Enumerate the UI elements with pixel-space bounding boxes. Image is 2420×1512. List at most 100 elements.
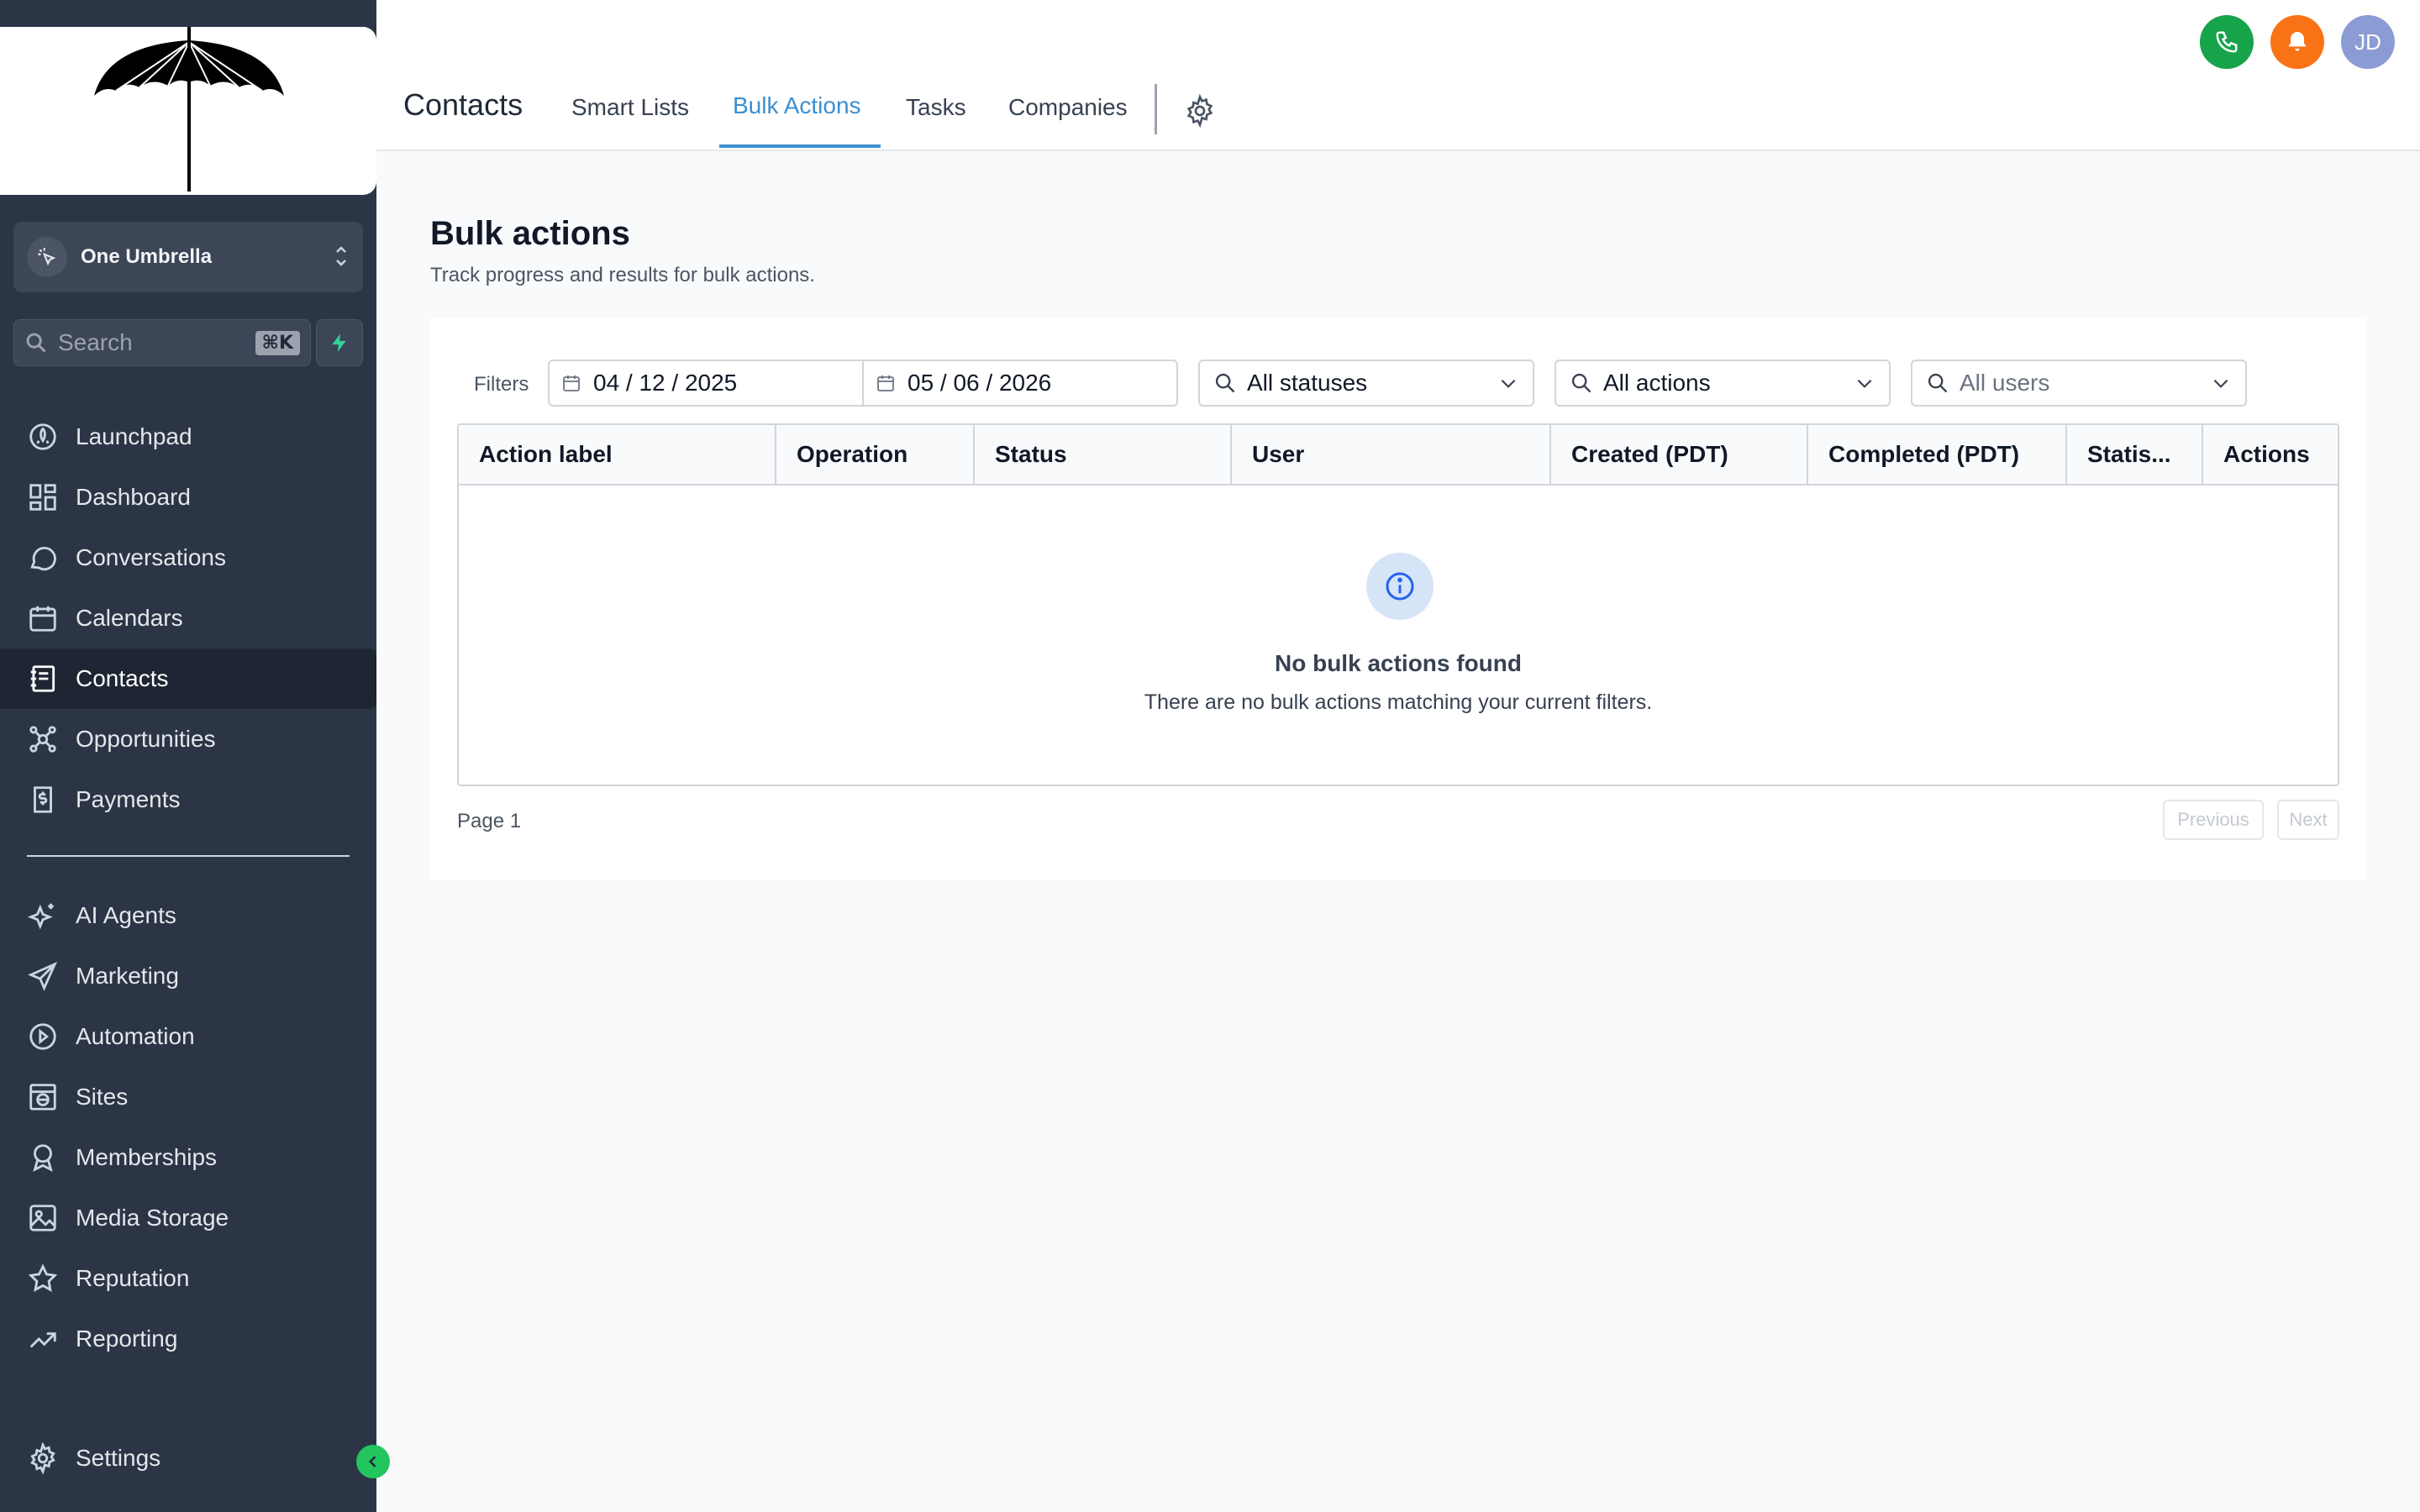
status-filter-select[interactable]: All statuses [1198, 360, 1534, 407]
company-logo[interactable] [0, 27, 376, 195]
info-icon [1366, 553, 1434, 620]
sidebar-item-label: Settings [76, 1445, 161, 1471]
column-header-action-label[interactable]: Action label [459, 425, 776, 484]
sidebar-item-marketing[interactable]: Marketing [0, 946, 376, 1006]
sidebar-item-label: AI Agents [76, 902, 176, 928]
image-icon [29, 1205, 56, 1231]
column-header-statistics[interactable]: Statis... [2067, 425, 2203, 484]
chevron-down-icon [2213, 379, 2228, 388]
section-subtitle: Track progress and results for bulk acti… [430, 264, 815, 286]
tab-separator [1155, 84, 1157, 134]
sidebar-item-dashboard[interactable]: Dashboard [0, 467, 376, 528]
sidebar-item-opportunities[interactable]: Opportunities [0, 709, 376, 769]
active-tab-indicator [719, 144, 881, 148]
calendar-icon [29, 606, 56, 632]
status-filter-value: All statuses [1247, 370, 1368, 396]
column-header-operation[interactable]: Operation [776, 425, 975, 484]
column-header-status[interactable]: Status [975, 425, 1232, 484]
umbrella-logo-icon [94, 27, 284, 192]
account-switcher[interactable]: One Umbrella [13, 222, 363, 292]
sidebar-item-label: Payments [76, 786, 181, 812]
column-header-created[interactable]: Created (PDT) [1551, 425, 1808, 484]
user-filter-select[interactable]: All users [1911, 360, 2247, 407]
gear-icon [30, 1442, 55, 1474]
sidebar-item-label: Calendars [76, 605, 183, 631]
chat-bubble-icon [30, 546, 56, 571]
collapse-sidebar-button[interactable] [356, 1445, 390, 1478]
chevron-up-down-icon [333, 243, 350, 271]
chevron-down-icon [1857, 379, 1872, 388]
top-bar: Contacts Smart Lists Bulk Actions Tasks … [376, 0, 2420, 151]
grid-icon [29, 484, 56, 511]
date-to-value: 05 / 06 / 2026 [908, 370, 1052, 396]
account-name: One Umbrella [81, 245, 213, 268]
search-icon [1571, 373, 1591, 393]
sidebar-item-label: Sites [76, 1084, 129, 1110]
automation-icon [29, 1023, 56, 1050]
sidebar-item-label: Dashboard [76, 484, 191, 510]
sidebar-item-label: Memberships [76, 1144, 218, 1170]
date-to-field[interactable]: 05 / 06 / 2026 [864, 361, 1176, 405]
sidebar-item-automation[interactable]: Automation [0, 1006, 376, 1067]
sidebar-item-settings[interactable]: Settings [0, 1428, 376, 1488]
lightning-icon [332, 333, 346, 352]
empty-state-message: There are no bulk actions matching your … [1144, 690, 1653, 714]
action-filter-select[interactable]: All actions [1555, 360, 1891, 407]
tab-smart-lists[interactable]: Smart Lists [571, 94, 689, 121]
tab-bulk-actions[interactable]: Bulk Actions [733, 92, 861, 119]
next-page-button[interactable]: Next [2277, 800, 2339, 840]
empty-state-title: No bulk actions found [1275, 650, 1522, 676]
date-range-picker[interactable]: 04 / 12 / 2025 05 / 06 / 2026 [548, 360, 1178, 407]
quick-actions-button[interactable] [316, 319, 363, 366]
date-from-field[interactable]: 04 / 12 / 2025 [550, 361, 862, 405]
sidebar-item-payments[interactable]: Payments [0, 769, 376, 830]
column-header-user[interactable]: User [1232, 425, 1551, 484]
column-header-actions: Actions [2223, 441, 2310, 467]
phone-button[interactable] [2200, 15, 2254, 69]
column-header-completed[interactable]: Completed (PDT) [1808, 425, 2067, 484]
sidebar-item-reputation[interactable]: Reputation [0, 1248, 376, 1309]
sidebar-item-memberships[interactable]: Memberships [0, 1127, 376, 1188]
tab-settings-button[interactable] [1183, 93, 1217, 132]
sidebar-item-reporting[interactable]: Reporting [0, 1309, 376, 1369]
trend-up-icon [29, 1332, 56, 1348]
opportunities-icon [29, 726, 56, 753]
section-title: Bulk actions [430, 215, 630, 252]
search-icon [1215, 373, 1235, 393]
sidebar-search[interactable]: Search ⌘K [13, 319, 311, 366]
invoice-icon [34, 786, 52, 813]
sidebar-item-label: Marketing [76, 963, 179, 989]
send-icon [28, 961, 58, 991]
search-shortcut: ⌘K [255, 330, 300, 355]
filters-label: Filters [474, 373, 529, 396]
sidebar-item-contacts[interactable]: Contacts [0, 648, 376, 709]
badge-icon [33, 1144, 53, 1172]
sidebar-item-launchpad[interactable]: Launchpad [0, 407, 376, 467]
sidebar: One Umbrella Search ⌘K Launchpad Dashboa… [0, 0, 390, 1512]
search-icon [26, 333, 46, 353]
sidebar-item-label: Reporting [76, 1326, 178, 1352]
sidebar-item-media-storage[interactable]: Media Storage [0, 1188, 376, 1248]
sidebar-item-label: Media Storage [76, 1205, 229, 1231]
search-placeholder: Search [58, 329, 133, 355]
tab-tasks[interactable]: Tasks [906, 94, 966, 121]
tab-companies[interactable]: Companies [1008, 94, 1128, 121]
action-filter-value: All actions [1603, 370, 1711, 396]
sidebar-item-label: Launchpad [76, 423, 192, 449]
notifications-button[interactable] [2270, 15, 2324, 69]
sidebar-item-label: Opportunities [76, 726, 216, 752]
search-icon [1928, 373, 1948, 393]
user-filter-placeholder: All users [1960, 370, 2050, 396]
sidebar-item-label: Contacts [76, 665, 169, 691]
sidebar-item-conversations[interactable]: Conversations [0, 528, 376, 588]
cursor-click-icon [27, 237, 67, 277]
sidebar-item-calendars[interactable]: Calendars [0, 588, 376, 648]
sidebar-item-sites[interactable]: Sites [0, 1067, 376, 1127]
avatar-initials: JD [2354, 29, 2381, 55]
previous-page-button[interactable]: Previous [2163, 800, 2264, 840]
phone-icon [2216, 31, 2238, 53]
sidebar-item-ai-agents[interactable]: AI Agents [0, 885, 376, 946]
sidebar-item-label: Reputation [76, 1265, 190, 1291]
chevron-left-icon [368, 1456, 376, 1467]
user-avatar[interactable]: JD [2341, 15, 2395, 69]
